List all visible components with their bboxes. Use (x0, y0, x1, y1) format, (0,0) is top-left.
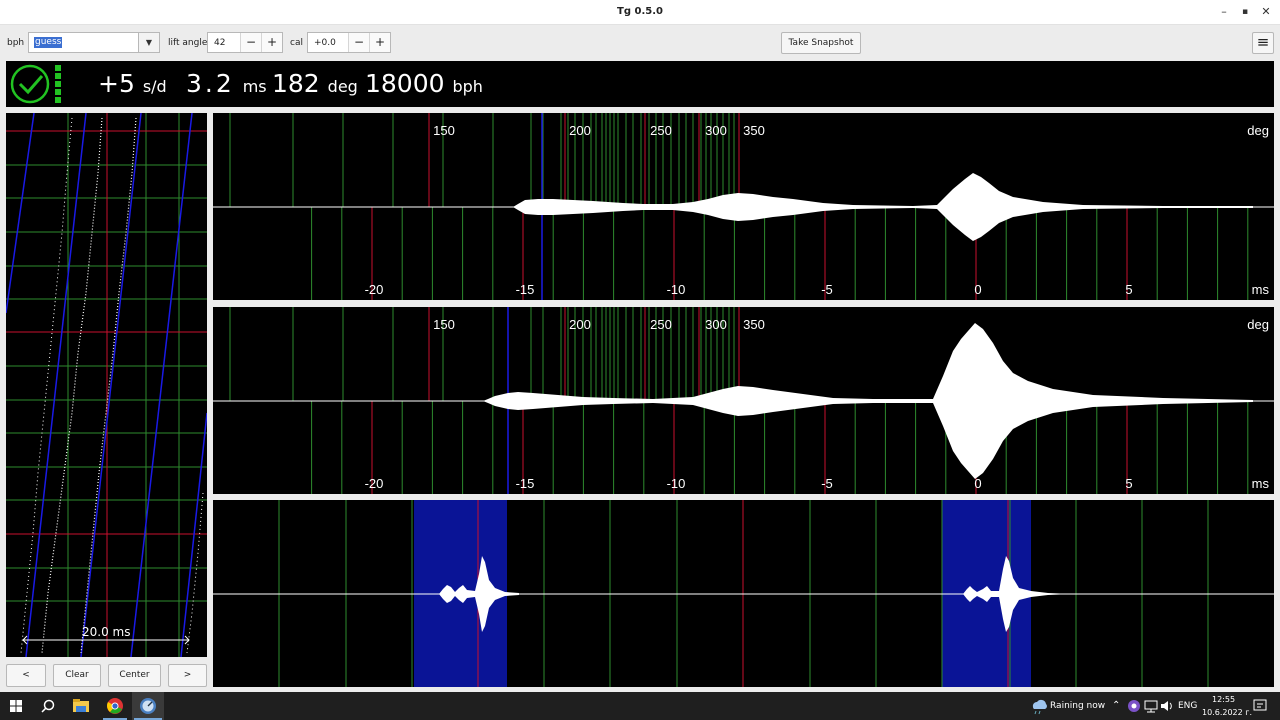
paperstrip-plot (6, 113, 207, 657)
chevron-down-icon[interactable]: ▼ (138, 33, 159, 52)
deg-tick-label: 250 (650, 317, 672, 332)
tic-waveform-scope: 150 200 250 300 350 deg -20 -15 -10 -5 0 5 ms (213, 113, 1274, 300)
cal-decrease-button[interactable]: − (348, 33, 369, 52)
lift-angle-increase-button[interactable]: + (261, 33, 282, 52)
cal-increase-button[interactable]: + (369, 33, 390, 52)
waveform-trace (513, 173, 1253, 241)
tg-app-icon[interactable] (137, 695, 159, 717)
ms-tick-label: -5 (821, 282, 833, 297)
beat-error-readout: 3.2 ms (186, 69, 267, 98)
paperstrip-display[interactable]: 20.0 ms (6, 113, 207, 657)
ms-tick-label: -20 (365, 476, 384, 491)
scroll-right-button[interactable]: > (168, 664, 207, 687)
rate-unit: s/d (142, 77, 167, 96)
deg-tick-label: 300 (705, 317, 727, 332)
waveform-trace (483, 323, 1253, 479)
lift-angle-value[interactable]: 42 (214, 38, 225, 48)
ms-tick-label: 0 (974, 476, 981, 491)
amplitude-unit: deg (327, 77, 358, 96)
clock-time[interactable]: 12:55 (1212, 695, 1235, 704)
bph-readout-value: 18000 (365, 69, 445, 98)
period-waveform-scope (213, 500, 1274, 687)
menu-button[interactable]: ≡ (1252, 32, 1274, 54)
close-button[interactable]: ✕ (1257, 3, 1275, 21)
beat-error-value: 3.2 (186, 69, 235, 98)
ms-unit-label: ms (1252, 282, 1270, 297)
signal-level-indicator (55, 65, 63, 105)
signal-bar (55, 97, 61, 103)
deg-tick-label: 250 (650, 123, 672, 138)
signal-bar (55, 89, 61, 95)
period-waveform-plot (213, 500, 1274, 687)
tic-waveform-plot: 150 200 250 300 350 deg -20 -15 -10 -5 0 5 ms (213, 113, 1274, 300)
rate-readout: +5 s/d (98, 69, 167, 98)
language-indicator[interactable]: ENG (1178, 692, 1197, 720)
bph-label: bph (7, 38, 25, 48)
deg-tick-label: 150 (433, 317, 455, 332)
windows-start-icon[interactable] (5, 695, 27, 717)
maximize-button[interactable]: ▪ (1236, 3, 1254, 21)
deg-tick-label: 350 (743, 123, 765, 138)
search-icon[interactable] (37, 695, 59, 717)
cal-value[interactable]: +0.0 (314, 38, 336, 48)
paperstrip-scale-label: 20.0 ms (82, 625, 131, 639)
rate-value: +5 (98, 69, 135, 98)
ms-tick-label: -10 (667, 282, 686, 297)
deg-tick-label: 350 (743, 317, 765, 332)
ms-unit-label: ms (1252, 476, 1270, 491)
deg-tick-label: 150 (433, 123, 455, 138)
lift-angle-label: lift angle (168, 38, 208, 48)
beat-error-unit: ms (242, 77, 267, 96)
center-button[interactable]: Center (108, 664, 161, 687)
amplitude-readout: 182 deg (272, 69, 358, 98)
title-bar: Tg 0.5.0 – ▪ ✕ (0, 0, 1280, 25)
ms-tick-label: -10 (667, 476, 686, 491)
deg-tick-label: 200 (569, 317, 591, 332)
lift-angle-decrease-button[interactable]: − (240, 33, 261, 52)
scroll-left-button[interactable]: < (6, 664, 46, 687)
ms-tick-label: 0 (974, 282, 981, 297)
cal-spinner[interactable]: +0.0 − + (307, 32, 391, 53)
file-explorer-icon[interactable] (70, 695, 92, 717)
chrome-icon[interactable] (104, 695, 126, 717)
clear-button[interactable]: Clear (53, 664, 101, 687)
signal-bar (55, 73, 61, 79)
signal-bar (55, 81, 61, 87)
bph-input-value[interactable]: guess (34, 37, 63, 48)
ms-tick-label: -20 (365, 282, 384, 297)
weather-text[interactable]: Raining now (1050, 692, 1105, 720)
deg-unit-label: deg (1247, 123, 1269, 138)
ms-tick-label: -5 (821, 476, 833, 491)
minimize-button[interactable]: – (1215, 3, 1233, 21)
ms-tick-label: 5 (1125, 476, 1132, 491)
status-display: +5 s/d 3.2 ms 182 deg 18000 bph (6, 61, 1274, 107)
bph-readout: 18000 bph (365, 69, 483, 98)
clock-ok-icon (10, 64, 50, 104)
deg-tick-label: 200 (569, 123, 591, 138)
amplitude-value: 182 (272, 69, 320, 98)
clock-date[interactable]: 10.6.2022 г. (1202, 708, 1252, 717)
toc-waveform-scope: 150 200 250 300 350 deg -20 -15 -10 -5 0 5 ms (213, 307, 1274, 494)
taskbar: Raining now ⌃ ENG 12:55 10.6.2022 г. (0, 692, 1280, 720)
toc-waveform-plot: 150 200 250 300 350 deg -20 -15 -10 -5 0 5 ms (213, 307, 1274, 494)
ms-tick-label: -15 (516, 476, 535, 491)
cal-label: cal (290, 38, 303, 48)
deg-unit-label: deg (1247, 317, 1269, 332)
bph-readout-unit: bph (452, 77, 483, 96)
chevron-up-icon[interactable]: ⌃ (1112, 692, 1120, 720)
take-snapshot-button[interactable]: Take Snapshot (781, 32, 861, 54)
ms-tick-label: 5 (1125, 282, 1132, 297)
signal-bar (55, 65, 61, 71)
window-title: Tg 0.5.0 (617, 6, 663, 17)
notification-icon[interactable] (1250, 696, 1272, 718)
speaker-icon[interactable] (1157, 696, 1179, 718)
deg-tick-label: 300 (705, 123, 727, 138)
bph-combobox[interactable]: guess ▼ (28, 32, 160, 53)
ms-tick-label: -15 (516, 282, 535, 297)
lift-angle-spinner[interactable]: 42 − + (207, 32, 283, 53)
weather-rain-icon[interactable] (1028, 695, 1050, 717)
